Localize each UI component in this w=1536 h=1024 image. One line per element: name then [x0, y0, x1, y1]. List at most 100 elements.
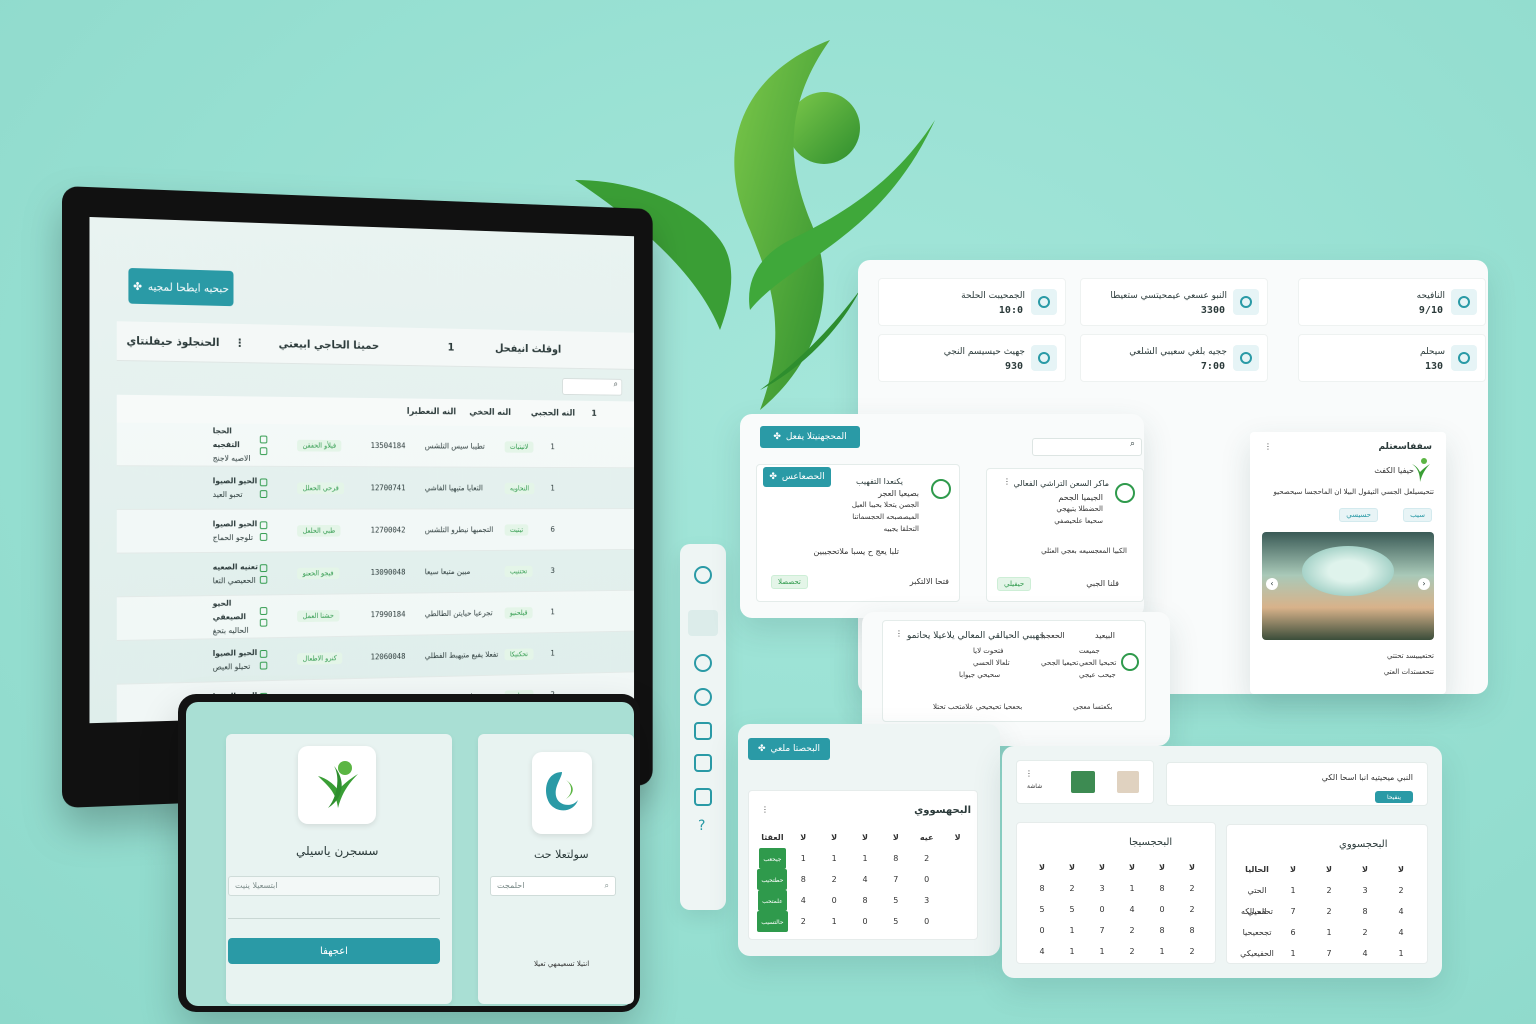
grid-cell[interactable]: 1	[1383, 943, 1419, 964]
search-input[interactable]: احلمجت ⌕	[490, 876, 616, 896]
grid-cell[interactable]: حالتسيب	[757, 911, 788, 932]
record-action-button[interactable]: ✤ الحصعاعس	[763, 467, 831, 487]
grid-cell[interactable]: 1	[1087, 941, 1117, 962]
sync-icon[interactable]	[694, 688, 712, 706]
grid-cell[interactable]: 1	[819, 848, 850, 869]
grid-cell[interactable]: 4	[1383, 901, 1419, 922]
edit-icon[interactable]	[259, 563, 268, 572]
grid-cell[interactable]: 1	[1117, 878, 1147, 899]
notice-button[interactable]: ينفيحا	[1375, 791, 1413, 803]
grid-cell[interactable]: 0	[1087, 899, 1117, 920]
grid-cell[interactable]: 1	[819, 911, 850, 932]
grid-cell[interactable]: 2	[1311, 880, 1347, 901]
grid-cell[interactable]: الحفيعيكي	[1239, 943, 1275, 964]
table-search-input[interactable]: ⌕	[562, 377, 623, 396]
grid-cell[interactable]: 1	[1275, 880, 1311, 901]
grid-cell[interactable]: 1	[850, 848, 881, 869]
grid-cell[interactable]: 0	[911, 911, 942, 932]
grid-cell[interactable]: 2	[1177, 878, 1207, 899]
more-icon[interactable]: ⋮	[1003, 477, 1011, 486]
record-tag[interactable]: تحصصلا	[771, 575, 808, 589]
grid-cell[interactable]: 0	[1027, 920, 1057, 941]
grid-cell[interactable]: 0	[819, 890, 850, 911]
edit-icon[interactable]	[259, 520, 268, 529]
grid-cell[interactable]: 7	[1275, 901, 1311, 922]
grid-cell[interactable]: 3	[1347, 880, 1383, 901]
avatar[interactable]	[1117, 771, 1139, 793]
grid-cell[interactable]: 2	[1383, 880, 1419, 901]
add-record-button[interactable]: ✤ حبحيه ايطحا لمجيه	[128, 267, 234, 307]
stat-card[interactable]: ججيه بلغي سعيبي الشلعي 7:00	[1080, 334, 1268, 382]
help-icon[interactable]: ?	[698, 818, 705, 834]
grid-cell[interactable]: 1	[1311, 922, 1347, 943]
grid-cell[interactable]: 2	[911, 848, 942, 869]
grid-cell[interactable]: 2	[1177, 899, 1207, 920]
edit-icon[interactable]	[259, 477, 268, 486]
record-card[interactable]: ⋮ ماكر السعن التراشي الفعالي الجيميا الج…	[986, 468, 1144, 602]
grid-cell[interactable]: 8	[788, 869, 819, 890]
view-icon[interactable]	[259, 575, 268, 584]
cards-search-input[interactable]: ⌕	[1032, 438, 1142, 456]
view-icon[interactable]	[259, 532, 268, 541]
schedule-add-button[interactable]: ✤ البحصتا ملعي	[748, 738, 830, 760]
view-icon[interactable]	[259, 661, 268, 670]
more-icon[interactable]: ⋮	[1025, 769, 1033, 778]
grid-cell[interactable]: 0	[911, 869, 942, 890]
grid-cell[interactable]: 4	[1027, 941, 1057, 962]
grid-cell[interactable]: 2	[1347, 922, 1383, 943]
grid-cell[interactable]: حطتحيب	[757, 869, 788, 890]
grid-cell[interactable]: 1	[1147, 941, 1177, 962]
media-image[interactable]: ‹ ›	[1262, 532, 1434, 640]
grid-cell[interactable]: 8	[1027, 878, 1057, 899]
grid-cell[interactable]: تجحعيحيا	[1239, 922, 1275, 943]
table-row[interactable]: الحيو الصيوا تحبو العيد قرحي الحعلل 1270074…	[116, 466, 635, 510]
stat-card[interactable]: النبو عسعي عيمحيتسي ستعيطا 3300	[1080, 278, 1268, 326]
grid-cell[interactable]: 1	[1275, 943, 1311, 964]
grid-icon[interactable]	[694, 722, 712, 740]
record-card[interactable]: ✤ الحصعاعس يكنعدا التفهيب بصيعيا العجر ال…	[756, 464, 960, 602]
grid-cell[interactable]: 6	[1275, 922, 1311, 943]
chevron-right-icon[interactable]: ›	[1418, 578, 1430, 590]
grid-cell[interactable]: 3	[1087, 878, 1117, 899]
grid-cell[interactable]: تحقميالكه	[1239, 901, 1275, 922]
edit-icon[interactable]	[259, 606, 268, 615]
grid-cell[interactable]: 5	[880, 911, 911, 932]
grid-cell[interactable]: 5	[1027, 899, 1057, 920]
grid-cell[interactable]: 1	[788, 848, 819, 869]
grid-cell[interactable]: 8	[1177, 920, 1207, 941]
grid-cell[interactable]: 8	[1147, 878, 1177, 899]
message-icon[interactable]	[694, 788, 712, 806]
table-row[interactable]: تعنيه الصعيه الحعيصي التعا فيجو الحعنو 1309…	[116, 549, 635, 598]
table-icon[interactable]	[694, 754, 712, 772]
grid-cell[interactable]: 4	[788, 890, 819, 911]
more-icon[interactable]: ⋮	[1264, 442, 1272, 451]
view-icon[interactable]	[259, 489, 268, 498]
grid-cell[interactable]: الحتي الحيي	[1239, 880, 1275, 916]
stat-card[interactable]: جهيث حيسيسم النجي 930	[878, 334, 1066, 382]
username-field[interactable]: ابتسعيلا ينيت	[228, 876, 440, 896]
grid-cell[interactable]: جيحعب	[757, 848, 788, 869]
cards-header-button[interactable]: ✤ المحجهنيتلا يفعل	[760, 426, 860, 448]
grid-cell[interactable]: 5	[1057, 899, 1087, 920]
grid-cell[interactable]: 3	[911, 890, 942, 911]
shield-icon[interactable]	[694, 566, 712, 584]
chevron-left-icon[interactable]: ‹	[1266, 578, 1278, 590]
more-icon[interactable]: ⋮	[761, 805, 769, 814]
grid-cell[interactable]: 0	[850, 911, 881, 932]
grid-cell[interactable]: 8	[880, 848, 911, 869]
grid-cell[interactable]: 8	[1147, 920, 1177, 941]
view-icon[interactable]	[259, 446, 268, 455]
grid-cell[interactable]: 2	[819, 869, 850, 890]
stat-card[interactable]: الجمحيبت الحلحة 10:0	[878, 278, 1066, 326]
grid-cell[interactable]: 4	[850, 869, 881, 890]
grid-cell[interactable]: 2	[788, 911, 819, 932]
password-field[interactable]	[228, 918, 440, 919]
more-icon[interactable]: ⋮	[235, 337, 245, 350]
grid-cell[interactable]: 8	[1347, 901, 1383, 922]
grid-cell[interactable]: 2	[1177, 941, 1207, 962]
grid-cell[interactable]: 7	[880, 869, 911, 890]
media-tag[interactable]: سيب	[1403, 508, 1432, 522]
grid-cell[interactable]: 7	[1311, 943, 1347, 964]
settings-icon[interactable]	[694, 654, 712, 672]
grid-cell[interactable]: 4	[1383, 922, 1419, 943]
